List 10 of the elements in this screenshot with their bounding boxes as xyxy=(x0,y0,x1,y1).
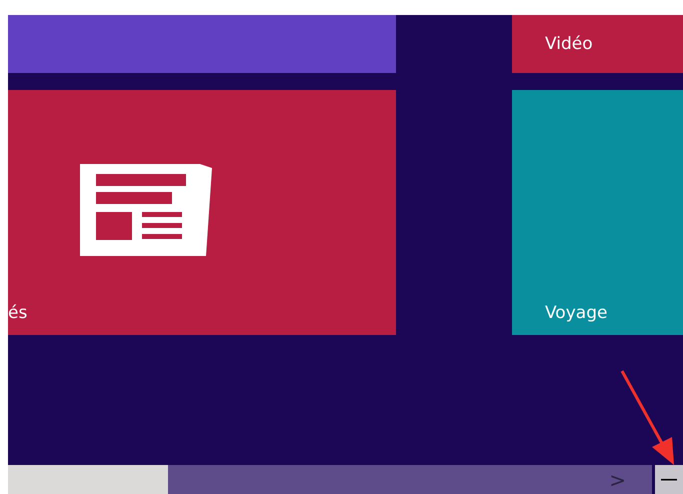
newspaper-icon xyxy=(80,164,212,256)
scrollbar-thumb[interactable] xyxy=(8,465,168,494)
tile[interactable]: Voyage xyxy=(512,90,683,335)
zoom-button[interactable]: — xyxy=(655,465,683,494)
tile[interactable]: Vidéo xyxy=(512,15,683,73)
tile[interactable] xyxy=(8,15,396,73)
tile-label: és xyxy=(8,303,28,325)
tile-label: Voyage xyxy=(544,303,608,325)
tile-label: Vidéo xyxy=(544,34,593,54)
tile[interactable]: és xyxy=(8,90,396,335)
